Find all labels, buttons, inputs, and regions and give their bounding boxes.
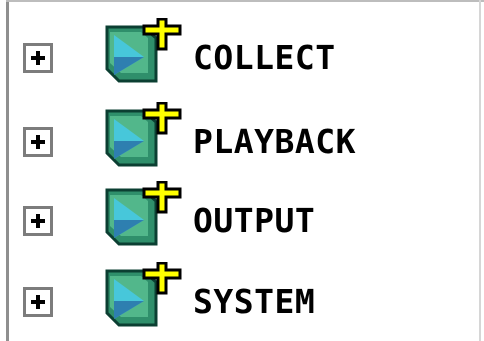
tree-view: COLLECT PLAYBACK OUTPUT SYSTEM (0, 0, 484, 341)
tree-node-system[interactable]: SYSTEM (0, 257, 484, 339)
tree-list: COLLECT PLAYBACK OUTPUT SYSTEM (0, 0, 484, 341)
tree-node-playback[interactable]: PLAYBACK (0, 97, 484, 179)
tree-node-label[interactable]: COLLECT (193, 39, 336, 77)
folder-add-icon[interactable] (100, 18, 182, 88)
expand-plus-icon[interactable] (23, 206, 53, 236)
tree-node-output[interactable]: OUTPUT (0, 176, 484, 258)
folder-add-icon[interactable] (100, 102, 182, 172)
expand-plus-icon[interactable] (23, 287, 53, 317)
expand-plus-icon[interactable] (23, 127, 53, 157)
tree-node-collect[interactable]: COLLECT (0, 13, 484, 95)
folder-add-icon[interactable] (100, 181, 182, 251)
folder-add-icon[interactable] (100, 262, 182, 332)
tree-node-label[interactable]: OUTPUT (193, 202, 315, 240)
tree-node-label[interactable]: PLAYBACK (193, 123, 356, 161)
expand-plus-icon[interactable] (23, 43, 53, 73)
tree-node-label[interactable]: SYSTEM (193, 283, 315, 321)
